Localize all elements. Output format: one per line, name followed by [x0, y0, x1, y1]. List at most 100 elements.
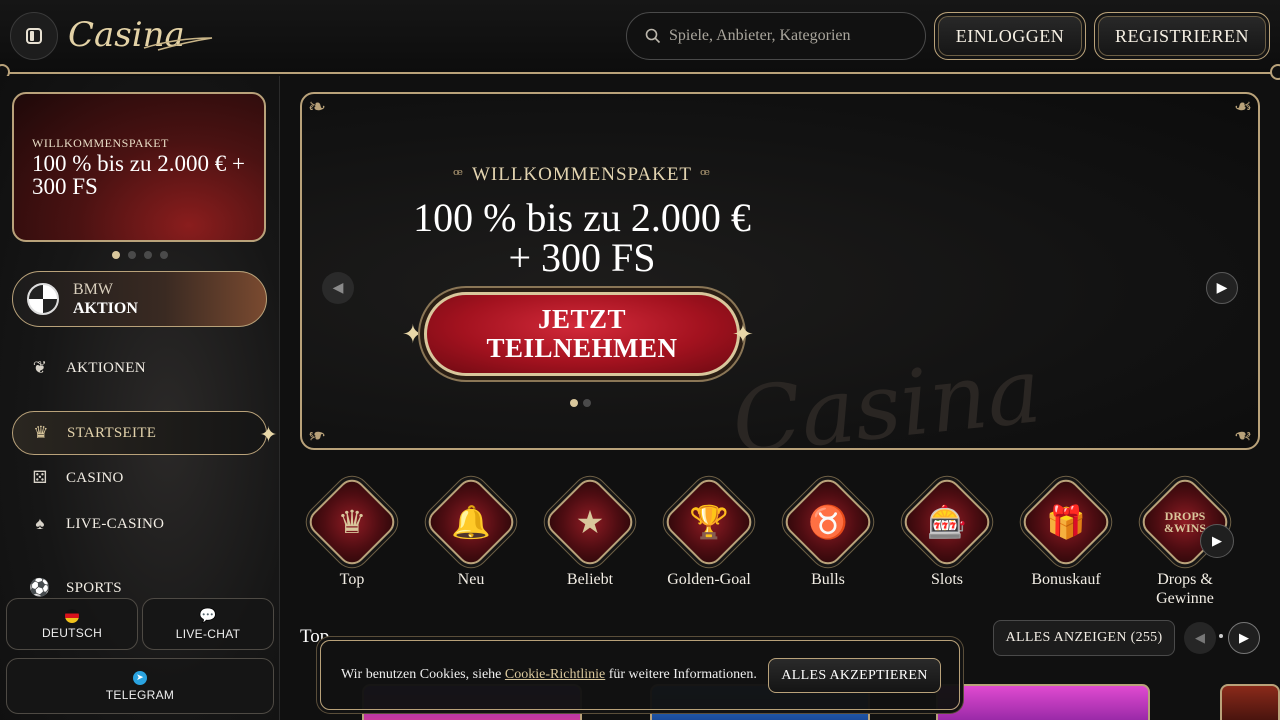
game-thumbnail[interactable] — [936, 684, 1150, 720]
corner-ornament-icon: ❧ — [307, 94, 327, 119]
header-corner-ornament — [1270, 64, 1280, 80]
slot-machine-icon: 🎰 — [927, 504, 967, 540]
language-label: DEUTSCH — [41, 625, 103, 640]
show-all-button[interactable]: ALLES ANZEIGEN (255) — [993, 620, 1175, 656]
germany-flag-icon — [65, 608, 79, 623]
sidebar-icon — [26, 28, 42, 44]
carousel-dot[interactable] — [144, 251, 152, 259]
bmw-promo-button[interactable]: BMW AKTION — [12, 271, 267, 327]
register-button[interactable]: REGISTRIEREN — [1094, 12, 1270, 60]
promo-carousel-dots — [112, 251, 168, 259]
carousel-dot[interactable] — [112, 251, 120, 259]
top-header: Casina EINLOGGEN REGISTRIEREN — [0, 0, 1280, 80]
hero-headline: 100 % bis zu 2.000 € + 300 FS — [302, 198, 862, 278]
categories-next-button[interactable]: ▶ — [1200, 524, 1234, 558]
bmw-line2: AKTION — [73, 300, 138, 317]
chat-bubble-icon: 💬 — [199, 607, 217, 623]
dice-icon: ⚄ — [32, 468, 48, 487]
category-bulls[interactable]: ♉ Bulls — [776, 473, 880, 589]
category-slots[interactable]: 🎰 Slots — [895, 473, 999, 589]
promo-headline: 100 % bis zu 2.000 € + 300 FS — [32, 151, 245, 199]
corner-ornament-icon: ❧ — [1233, 423, 1253, 448]
category-neu[interactable]: 🔔 Neu — [419, 473, 523, 589]
sidebar-item-aktionen[interactable]: ❦ AKTIONEN — [12, 346, 267, 390]
bmw-promo-label: BMW AKTION — [73, 280, 138, 318]
star-icon: ★ — [575, 504, 605, 540]
corner-ornament-icon: ❧ — [1233, 94, 1253, 119]
login-button[interactable]: EINLOGGEN — [934, 12, 1086, 60]
bell-icon: 🔔 — [451, 504, 491, 540]
arrow-left-icon: ◀ — [1195, 630, 1205, 645]
bull-icon: ♉ — [808, 504, 848, 540]
carousel-dot[interactable] — [570, 399, 578, 407]
crown-icon: ♛ — [337, 504, 367, 540]
live-chat-label: LIVE-CHAT — [175, 627, 241, 641]
cookie-banner: Wir benutzen Cookies, siehe Cookie-Richt… — [320, 640, 960, 710]
telegram-label: TELEGRAM — [105, 687, 175, 702]
sidebar-toggle-button[interactable] — [10, 12, 58, 60]
hero-headline-line1: 100 % bis zu 2.000 € — [413, 195, 751, 240]
arrow-left-icon: ◀ — [332, 280, 344, 296]
casina-logo[interactable]: Casina — [66, 8, 216, 60]
hero-next-button[interactable]: ▶ — [1206, 272, 1238, 304]
language-button[interactable]: DEUTSCH — [6, 598, 138, 650]
soccer-ball-icon: ⚽ — [29, 578, 51, 597]
sidebar-promo-card[interactable]: WILLKOMMENSPAKET 100 % bis zu 2.000 € + … — [12, 92, 266, 242]
search-icon — [645, 28, 661, 44]
join-now-button[interactable]: JETZT TEILNEHMEN — [424, 292, 740, 376]
flourish-icon: ꟹ — [452, 167, 464, 184]
cookie-policy-link[interactable]: Cookie-Richtlinie — [505, 667, 605, 682]
pager-dot — [1219, 634, 1223, 638]
sidebar-item-startseite[interactable]: ♛ STARTSEITE ✦ — [12, 411, 278, 455]
flourish-icon: ꟹ — [700, 167, 711, 184]
hero-prev-button[interactable]: ◀ — [322, 272, 354, 304]
search-input[interactable] — [669, 27, 909, 45]
category-label: Drops & Gewinne — [1156, 571, 1214, 607]
carousel-dot[interactable] — [160, 251, 168, 259]
category-label: Bulls — [811, 571, 845, 588]
gift-icon: 🎁 — [1046, 504, 1086, 540]
sidebar-item-live-casino[interactable]: ♠ LIVE-CASINO — [12, 502, 267, 546]
svg-text:Casina: Casina — [68, 15, 185, 55]
carousel-dot[interactable] — [583, 399, 591, 407]
sidebar-item-label: STARTSEITE — [67, 424, 157, 441]
search-box[interactable] — [626, 12, 926, 60]
arrow-right-icon: ▶ — [1216, 280, 1228, 296]
hero-headline-line2: + 300 FS — [508, 235, 656, 280]
category-label: Beliebt — [566, 571, 614, 588]
category-bonuskauf[interactable]: 🎁 Bonuskauf — [1014, 473, 1118, 589]
game-thumbnail[interactable] — [1220, 684, 1280, 720]
sparkle-icon: ✦ — [732, 320, 754, 349]
sparkle-icon: ✦ — [402, 320, 424, 349]
hero-watermark: Casina — [727, 338, 1046, 450]
bmw-logo-icon — [27, 283, 59, 315]
cta-line2: TEILNEHMEN — [486, 333, 678, 363]
arrow-right-icon: ▶ — [1212, 533, 1222, 548]
promo-kicker: WILLKOMMENSPAKET — [32, 136, 169, 150]
section-prev-button[interactable]: ◀ — [1184, 622, 1216, 654]
category-label: Top — [339, 571, 365, 588]
category-label: Slots — [930, 571, 963, 588]
accept-all-cookies-button[interactable]: ALLES AKZEPTIEREN — [768, 658, 941, 693]
sidebar-item-casino[interactable]: ⚄ CASINO — [12, 456, 267, 500]
trophy-icon: 🏆 — [689, 504, 729, 540]
corner-ornament-icon: ❧ — [307, 423, 327, 448]
sidebar-item-label: LIVE-CASINO — [66, 515, 165, 532]
category-beliebt[interactable]: ★ Beliebt — [538, 473, 642, 589]
crown-icon: ♛ — [33, 423, 49, 442]
cards-icon: ♠ — [35, 514, 45, 533]
cookie-text: Wir benutzen Cookies, siehe Cookie-Richt… — [341, 667, 757, 683]
bmw-line1: BMW — [73, 281, 113, 298]
hero-carousel-dots — [570, 399, 591, 407]
telegram-button[interactable]: ➤ TELEGRAM — [6, 658, 274, 714]
category-label: Bonuskauf — [1031, 571, 1101, 588]
live-chat-button[interactable]: 💬 LIVE-CHAT — [142, 598, 274, 650]
category-golden-goal[interactable]: 🏆 Golden-Goal — [657, 473, 761, 589]
sparkle-icon: ✦ — [259, 422, 278, 447]
sidebar-item-label: CASINO — [66, 469, 124, 486]
carousel-dot[interactable] — [128, 251, 136, 259]
category-top[interactable]: ♛ Top — [300, 473, 404, 589]
sidebar-item-label: AKTIONEN — [66, 359, 146, 376]
cookie-text-before: Wir benutzen Cookies, siehe — [341, 667, 505, 682]
section-next-button[interactable]: ▶ — [1228, 622, 1260, 654]
